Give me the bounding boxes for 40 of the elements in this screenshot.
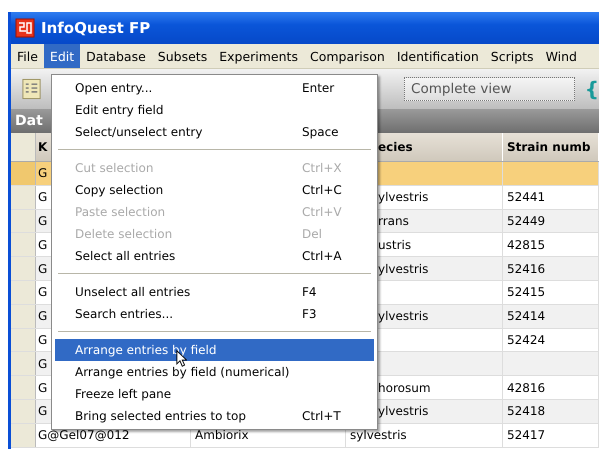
menu-bar-item[interactable]: Edit bbox=[44, 44, 80, 68]
menu-item[interactable]: Open entry... Enter bbox=[55, 77, 374, 99]
menu-bar-item[interactable]: Database bbox=[80, 44, 152, 68]
app-icon bbox=[15, 18, 35, 38]
table-cell: 52424 bbox=[503, 328, 599, 352]
row-header[interactable] bbox=[11, 376, 36, 399]
row-header[interactable] bbox=[11, 400, 36, 423]
table-icon[interactable] bbox=[21, 77, 42, 101]
table-cell: 52418 bbox=[503, 400, 599, 423]
row-header[interactable] bbox=[11, 424, 36, 447]
table-cell: 52449 bbox=[503, 210, 599, 232]
row-header[interactable] bbox=[11, 304, 36, 328]
table-cell: 42816 bbox=[503, 376, 599, 399]
table-cell: 52417 bbox=[503, 424, 599, 447]
row-header[interactable] bbox=[11, 210, 36, 232]
menu-bar-item[interactable]: Identification bbox=[390, 44, 485, 68]
table-cell: 52416 bbox=[503, 257, 599, 280]
row-header[interactable] bbox=[11, 233, 36, 256]
row-header[interactable] bbox=[11, 186, 36, 209]
row-header[interactable] bbox=[11, 133, 36, 161]
row-header[interactable] bbox=[11, 162, 36, 185]
menu-bar-item[interactable]: Subsets bbox=[152, 44, 214, 68]
row-header[interactable] bbox=[11, 280, 36, 304]
menu-bar-item[interactable]: File bbox=[11, 44, 44, 68]
menu-bar-item[interactable]: Experiments bbox=[213, 44, 304, 68]
table-cell: 52414 bbox=[503, 304, 599, 328]
row-header[interactable] bbox=[11, 352, 36, 376]
window-title: InfoQuest FP bbox=[41, 19, 150, 37]
table-cell: 42815 bbox=[503, 233, 599, 256]
table-cell: 52441 bbox=[503, 186, 599, 209]
menu-bar-item[interactable]: Scripts bbox=[484, 44, 540, 68]
row-header[interactable] bbox=[11, 328, 36, 352]
table-cell: 52415 bbox=[503, 280, 599, 304]
row-header[interactable] bbox=[11, 257, 36, 280]
panel-title: Dat bbox=[15, 113, 43, 129]
view-dropdown[interactable]: Complete view bbox=[404, 77, 575, 101]
column-header[interactable]: Strain numb bbox=[503, 133, 599, 161]
menu-bar-item[interactable]: Comparison bbox=[304, 44, 391, 68]
menu-bar-item[interactable]: Wind bbox=[540, 44, 583, 68]
menu-item[interactable]: Edit entry field bbox=[55, 99, 374, 121]
